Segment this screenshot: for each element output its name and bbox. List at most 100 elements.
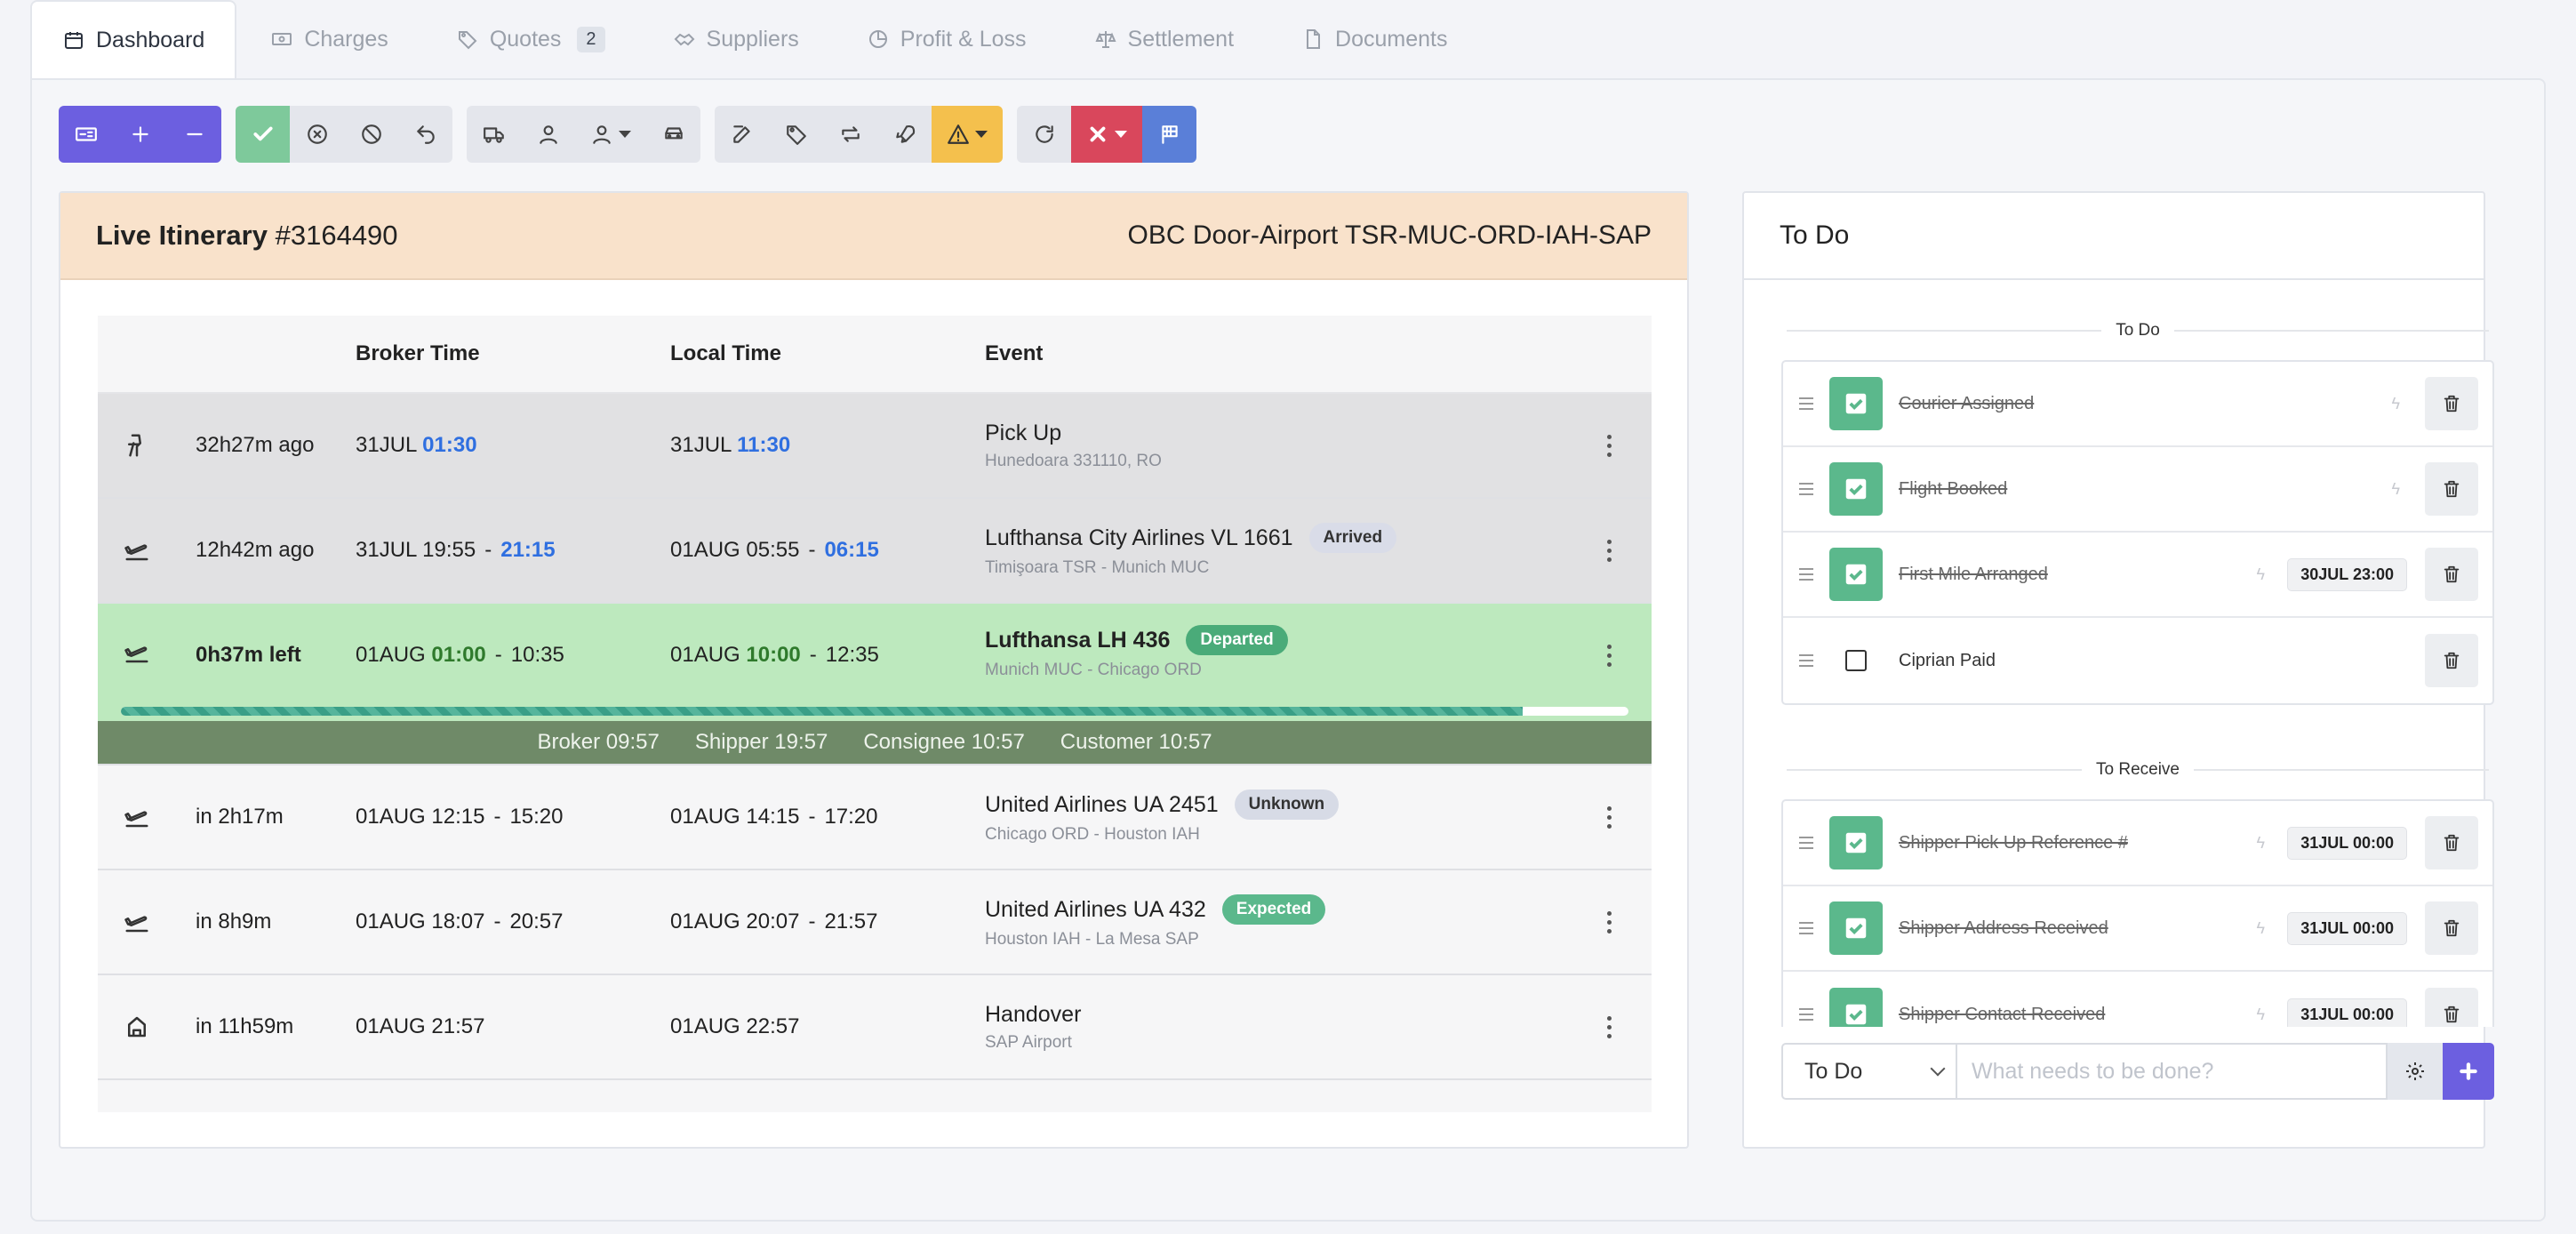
tab-documents[interactable]: Documents [1268, 0, 1481, 78]
checkbox-checked[interactable] [1829, 901, 1883, 955]
row-menu-button[interactable] [1600, 434, 1618, 457]
itinerary-route: OBC Door-Airport TSR-MUC-ORD-IAH-SAP [1127, 220, 1652, 250]
tab-charges[interactable]: Charges [236, 0, 422, 78]
tab-bar: Dashboard Charges Quotes 2 Suppliers Pro… [30, 0, 2546, 78]
repeat-button[interactable] [823, 106, 877, 163]
relative-time: in 8h9m [196, 909, 272, 934]
tab-quotes[interactable]: Quotes 2 [422, 0, 639, 78]
checkbox-checked[interactable] [1829, 462, 1883, 516]
list-item[interactable]: Courier Assigned ϟ [1783, 362, 2492, 447]
drag-handle-icon[interactable] [1799, 397, 1813, 410]
due-date-chip[interactable]: 30JUL 23:00 [2287, 557, 2407, 591]
tab-label: Settlement [1127, 26, 1235, 52]
delete-button[interactable] [2425, 901, 2478, 955]
confirm-button[interactable] [236, 106, 290, 163]
delete-button[interactable] [2425, 816, 2478, 869]
delete-button[interactable] [2425, 548, 2478, 601]
row-menu-button[interactable] [1600, 645, 1618, 667]
tab-dashboard[interactable]: Dashboard [30, 0, 237, 78]
car-button[interactable] [646, 106, 700, 163]
table-row[interactable]: 32h27m ago 31JUL 01:30 31JUL 11:30 Pick … [98, 394, 1652, 499]
list-item[interactable]: Shipper Contact Received ϟ 31JUL 00:00 [1783, 972, 2492, 1027]
event-subtitle: Hunedoara 331110, RO [985, 451, 1162, 470]
row-menu-button[interactable] [1600, 1015, 1618, 1038]
table-row-current[interactable]: 0h37m left 01AUG 01:00-10:35 01AUG 10:00… [98, 604, 1652, 721]
due-date-chip[interactable]: 31JUL 00:00 [2287, 998, 2407, 1027]
shipper-current-time: Shipper 19:57 [694, 730, 828, 754]
checkbox-unchecked[interactable] [1829, 634, 1883, 687]
finish-button[interactable] [1142, 106, 1196, 163]
tab-profit-loss[interactable]: Profit & Loss [833, 0, 1060, 78]
plane-departure-icon [119, 804, 155, 830]
list-item[interactable]: First Mile Arranged ϟ 30JUL 23:00 [1783, 533, 2492, 618]
cancel-button[interactable] [290, 106, 344, 163]
drag-handle-icon[interactable] [1799, 483, 1813, 495]
user-icon [593, 125, 611, 144]
checkbox-checked[interactable] [1829, 816, 1883, 869]
add-task-button[interactable] [2443, 1043, 2494, 1100]
add-task-bar: To Do [1781, 1043, 2494, 1100]
task-settings-button[interactable] [2388, 1043, 2443, 1100]
gear-icon [2406, 1062, 2424, 1080]
event-title: Lufthansa City Airlines VL 1661 Arrived [985, 523, 1397, 553]
table-row[interactable]: 12h42m ago 31JUL 19:55-21:15 01AUG 05:55… [98, 499, 1652, 604]
row-menu-button[interactable] [1600, 805, 1618, 829]
delete-button[interactable] [2425, 988, 2478, 1027]
row-menu-button[interactable] [1600, 910, 1618, 934]
drag-handle-icon[interactable] [1799, 837, 1813, 849]
drag-handle-icon[interactable] [1799, 568, 1813, 581]
column-header-event: Event [985, 341, 1044, 365]
event-cell: United Airlines UA 2451 Unknown Chicago O… [985, 789, 1340, 845]
list-item[interactable]: Ciprian Paid [1783, 618, 2492, 703]
delete-button[interactable] [2425, 634, 2478, 687]
drag-handle-icon[interactable] [1799, 922, 1813, 934]
edit-button[interactable] [715, 106, 769, 163]
section-divider-todo: To Do [1787, 321, 2489, 341]
list-type-select[interactable]: To Do [1781, 1043, 1957, 1100]
caret-down-icon [1115, 131, 1127, 138]
broker-time: 01AUG 18:07-20:57 [356, 909, 564, 934]
due-date-chip[interactable]: 31JUL 00:00 [2287, 911, 2407, 945]
due-date-chip[interactable]: 31JUL 00:00 [2287, 826, 2407, 860]
card-view-button[interactable] [59, 106, 113, 163]
table-header: Broker Time Local Time Event [98, 316, 1652, 394]
user-dropdown-button[interactable] [575, 106, 646, 163]
tab-suppliers[interactable]: Suppliers [639, 0, 833, 78]
list-item[interactable]: Shipper Address Received ϟ 31JUL 00:00 [1783, 886, 2492, 972]
delete-dropdown-button[interactable] [1071, 106, 1142, 163]
tag-button[interactable] [769, 106, 823, 163]
undo-button[interactable] [398, 106, 452, 163]
checkbox-checked[interactable] [1829, 548, 1883, 601]
quotes-count-badge: 2 [577, 26, 605, 52]
checkbox-checked[interactable] [1829, 377, 1883, 430]
collapse-button[interactable] [167, 106, 221, 163]
trash-icon [2444, 652, 2460, 669]
tab-settlement[interactable]: Settlement [1060, 0, 1268, 78]
table-row[interactable]: in 8h9m 01AUG 18:07-20:57 01AUG 20:07-21… [98, 870, 1652, 975]
live-itinerary-card: Live Itinerary #3164490 OBC Door-Airport… [59, 191, 1689, 1149]
id-card-icon [75, 127, 97, 141]
row-menu-button[interactable] [1600, 539, 1618, 562]
item-label: Shipper Address Received [1899, 917, 2108, 938]
truck-button[interactable] [467, 106, 521, 163]
refresh-button[interactable] [1017, 106, 1071, 163]
broker-current-time: Broker 09:57 [537, 730, 660, 754]
drag-handle-icon[interactable] [1799, 1008, 1813, 1021]
delete-button[interactable] [2425, 377, 2478, 430]
drag-handle-icon[interactable] [1799, 654, 1813, 667]
expand-button[interactable] [113, 106, 167, 163]
courier-button[interactable] [521, 106, 575, 163]
local-time: 01AUG 05:55-06:15 [670, 538, 879, 562]
block-button[interactable] [344, 106, 398, 163]
delete-button[interactable] [2425, 462, 2478, 516]
checkbox-checked[interactable] [1829, 988, 1883, 1027]
list-item[interactable]: Shipper Pick Up Reference # ϟ 31JUL 00:0… [1783, 801, 2492, 886]
list-item[interactable]: Flight Booked ϟ [1783, 447, 2492, 533]
new-task-input[interactable] [1957, 1043, 2388, 1100]
table-row[interactable]: in 11h59m 01AUG 21:57 01AUG 22:57 Handov… [98, 975, 1652, 1080]
checkered-flag-icon [1161, 125, 1178, 144]
event-cell: Handover SAP Airport [985, 1002, 1081, 1053]
table-row[interactable]: in 2h17m 01AUG 12:15-15:20 01AUG 14:15-1… [98, 765, 1652, 870]
warning-dropdown-button[interactable] [932, 106, 1003, 163]
launch-button[interactable] [877, 106, 932, 163]
